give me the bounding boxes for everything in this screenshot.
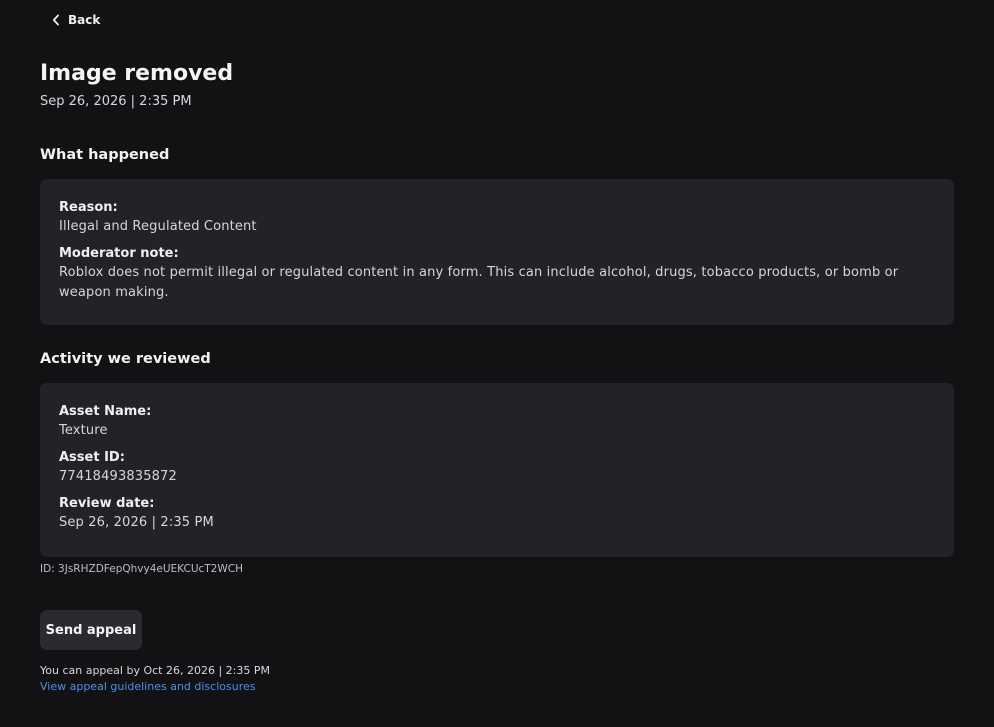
review-date-value: Sep 26, 2026 | 2:35 PM xyxy=(59,515,214,530)
page-title: Image removed xyxy=(40,61,234,86)
send-appeal-button[interactable]: Send appeal xyxy=(40,610,142,650)
chevron-left-icon xyxy=(52,14,60,26)
reason-label: Reason: xyxy=(59,200,118,215)
moderation-detail-page: Back Image removed Sep 26, 2026 | 2:35 P… xyxy=(0,0,994,727)
asset-id-field: Asset ID: 77418493835872 xyxy=(59,449,934,487)
back-button[interactable]: Back xyxy=(52,11,100,29)
moderator-note-field: Moderator note: Roblox does not permit i… xyxy=(59,245,934,303)
activity-reviewed-card: Asset Name: Texture Asset ID: 7741849383… xyxy=(40,383,954,557)
asset-id-value: 77418493835872 xyxy=(59,469,177,484)
moderator-note-label: Moderator note: xyxy=(59,246,179,261)
removal-timestamp: Sep 26, 2026 | 2:35 PM xyxy=(40,94,192,109)
asset-name-label: Asset Name: xyxy=(59,404,152,419)
what-happened-heading: What happened xyxy=(40,147,170,163)
reason-value: Illegal and Regulated Content xyxy=(59,219,257,234)
review-date-field: Review date: Sep 26, 2026 | 2:35 PM xyxy=(59,495,934,533)
moderator-note-value: Roblox does not permit illegal or regula… xyxy=(59,265,899,300)
asset-name-value: Texture xyxy=(59,423,108,438)
back-label: Back xyxy=(68,13,101,27)
activity-reviewed-heading: Activity we reviewed xyxy=(40,351,211,367)
reason-field: Reason: Illegal and Regulated Content xyxy=(59,199,934,237)
review-date-label: Review date: xyxy=(59,496,155,511)
asset-id-label: Asset ID: xyxy=(59,450,125,465)
appeal-deadline: You can appeal by Oct 26, 2026 | 2:35 PM xyxy=(40,664,270,677)
what-happened-card: Reason: Illegal and Regulated Content Mo… xyxy=(40,179,954,325)
record-id: ID: 3JsRHZDFepQhvy4eUEKCUcT2WCH xyxy=(40,563,243,575)
appeal-guidelines-link[interactable]: View appeal guidelines and disclosures xyxy=(40,679,255,694)
asset-name-field: Asset Name: Texture xyxy=(59,403,934,441)
